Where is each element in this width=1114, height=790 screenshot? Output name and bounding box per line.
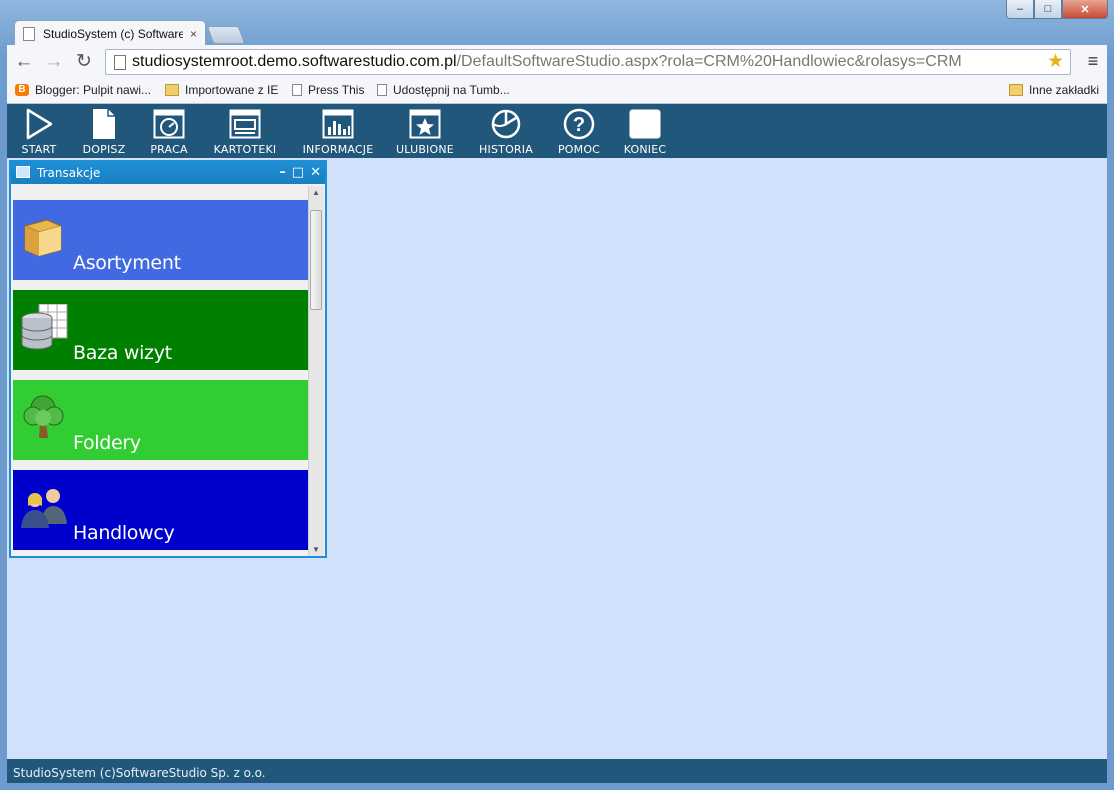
start-button[interactable]: START	[19, 108, 59, 156]
browser-tab[interactable]: StudioSystem (c) Software ×	[14, 20, 206, 46]
panel-maximize-button[interactable]: □	[292, 162, 304, 184]
start-label: START	[21, 143, 57, 156]
star-icon	[409, 108, 441, 140]
transaction-list: Asortyment Baza wizyt Foldery Handlowcy	[12, 186, 310, 556]
historia-label: HISTORIA	[479, 143, 533, 156]
browser-window: – □ ✕ StudioSystem (c) Software × ← → ↻ …	[0, 0, 1114, 790]
ulubione-label: ULUBIONE	[396, 143, 454, 156]
bookmark-star-icon[interactable]: ★	[1047, 52, 1064, 72]
bookmark-item[interactable]: B Blogger: Pulpit nawi...	[15, 83, 151, 97]
ulubione-button[interactable]: ULUBIONE	[393, 108, 457, 156]
page-icon	[292, 84, 302, 96]
bookmark-item[interactable]: Press This	[292, 83, 364, 97]
database-icon	[21, 303, 68, 350]
svg-text:?: ?	[573, 114, 585, 136]
dopisz-button[interactable]: DOPISZ	[79, 108, 129, 156]
close-tab-icon[interactable]: ×	[190, 27, 197, 41]
new-document-icon	[88, 108, 120, 140]
bar-chart-icon	[322, 108, 354, 140]
bookmark-label: Udostępnij na Tumb...	[393, 83, 510, 97]
play-icon	[23, 108, 55, 140]
window-icon	[16, 166, 30, 178]
koniec-label: KONIEC	[623, 143, 667, 156]
scroll-thumb[interactable]	[310, 210, 322, 310]
bookmark-item[interactable]: Importowane z IE	[165, 83, 278, 97]
tile-foldery[interactable]: Foldery	[13, 380, 310, 460]
scroll-down-icon[interactable]: ▼	[312, 545, 320, 554]
tile-label: Foldery	[73, 432, 141, 454]
box-icon	[21, 214, 65, 258]
historia-button[interactable]: HISTORIA	[475, 108, 537, 156]
url-path: /DefaultSoftwareStudio.aspx?rola=CRM%20H…	[456, 53, 962, 70]
back-button[interactable]: ←	[13, 51, 35, 73]
bookmark-label: Importowane z IE	[185, 83, 279, 97]
close-window-button[interactable]: ✕	[1062, 0, 1108, 19]
kartoteki-button[interactable]: KARTOTEKI	[210, 108, 280, 156]
transakcje-panel: Transakcje – □ ✕ Asortyment Baza wizyt F…	[9, 160, 327, 558]
tree-icon	[21, 394, 65, 438]
dopisz-label: DOPISZ	[82, 143, 126, 156]
maximize-window-button[interactable]: □	[1034, 0, 1062, 19]
window-titlebar: – □ ✕	[0, 0, 1114, 22]
folder-icon	[165, 84, 179, 96]
other-bookmarks-label: Inne zakładki	[1028, 83, 1099, 97]
bookmark-label: Blogger: Pulpit nawi...	[35, 83, 152, 97]
tile-handlowcy[interactable]: Handlowcy	[13, 470, 310, 550]
exit-icon	[629, 108, 661, 140]
app-footer: StudioSystem (c)SoftwareStudio Sp. z o.o…	[7, 759, 1107, 783]
pomoc-label: POMOC	[557, 143, 601, 156]
monitor-icon	[229, 108, 261, 140]
scroll-up-icon[interactable]: ▲	[312, 188, 320, 197]
help-icon: ?	[563, 108, 595, 140]
panel-header[interactable]: Transakcje – □ ✕	[11, 162, 325, 184]
praca-label: PRACA	[150, 143, 188, 156]
panel-close-button[interactable]: ✕	[310, 162, 321, 184]
history-icon	[490, 108, 522, 140]
gauge-icon	[153, 108, 185, 140]
bookmark-item[interactable]: Udostępnij na Tumb...	[377, 83, 510, 97]
url-host: studiosystemroot.demo.softwarestudio.com…	[132, 53, 457, 70]
informacje-button[interactable]: INFORMACJE	[299, 108, 377, 156]
informacje-label: INFORMACJE	[302, 143, 374, 156]
koniec-button[interactable]: KONIEC	[619, 108, 671, 156]
browser-toolbar: ← → ↻ studiosystemroot.demo.softwarestud…	[7, 45, 1107, 79]
minimize-window-button[interactable]: –	[1006, 0, 1034, 19]
new-tab-button[interactable]	[206, 26, 246, 44]
pomoc-button[interactable]: ? POMOC	[555, 108, 603, 156]
app-area: START DOPISZ PRACA KARTOTEKI INFORMACJE …	[7, 104, 1107, 783]
panel-minimize-button[interactable]: –	[279, 162, 286, 184]
page-icon	[23, 26, 35, 41]
app-toolbar: START DOPISZ PRACA KARTOTEKI INFORMACJE …	[7, 104, 1107, 158]
page-icon	[114, 55, 126, 70]
kartoteki-label: KARTOTEKI	[213, 143, 277, 156]
tile-baza-wizyt[interactable]: Baza wizyt	[13, 290, 310, 370]
address-bar[interactable]: studiosystemroot.demo.softwarestudio.com…	[105, 49, 1071, 75]
tile-label: Baza wizyt	[73, 342, 172, 364]
panel-scrollbar[interactable]: ▲ ▼	[308, 186, 324, 556]
forward-button[interactable]: →	[43, 51, 65, 73]
menu-icon[interactable]: ≡	[1081, 51, 1105, 73]
tile-label: Asortyment	[73, 252, 181, 274]
tile-asortyment[interactable]: Asortyment	[13, 200, 310, 280]
tile-label: Handlowcy	[73, 522, 175, 544]
praca-button[interactable]: PRACA	[147, 108, 191, 156]
bookmark-label: Press This	[308, 83, 365, 97]
window-controls: – □ ✕	[1006, 0, 1108, 19]
other-bookmarks[interactable]: Inne zakładki	[1008, 83, 1099, 97]
folder-icon	[1008, 84, 1023, 96]
bookmarks-bar: B Blogger: Pulpit nawi... Importowane z …	[7, 79, 1107, 104]
panel-title: Transakcje	[37, 166, 101, 180]
reload-button[interactable]: ↻	[73, 51, 95, 73]
blogger-icon: B	[15, 84, 29, 96]
users-icon	[21, 484, 67, 528]
page-icon	[377, 84, 387, 96]
tab-title: StudioSystem (c) Software	[43, 26, 183, 41]
